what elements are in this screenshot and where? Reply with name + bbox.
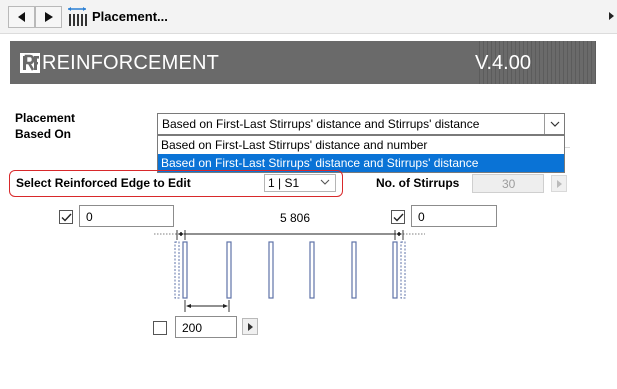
stirrup-spacing-field[interactable]: 200	[175, 316, 237, 338]
forward-button[interactable]	[35, 6, 62, 28]
first-distance-value: 0	[86, 210, 93, 224]
reinforcement-banner: REINFORCEMENT V.4.00	[10, 41, 596, 84]
placement-select-value: Based on First-Last Stirrups' distance a…	[162, 117, 480, 131]
stirrup-spacing-value: 200	[182, 321, 203, 335]
placement-label: Placement Based On	[15, 110, 75, 142]
last-distance-checkbox[interactable]	[391, 210, 405, 224]
stirrups-count-field: 30	[472, 174, 544, 193]
chevron-down-icon	[550, 121, 559, 127]
stirrup-spacing-stepper[interactable]	[242, 318, 258, 335]
first-distance-checkbox[interactable]	[59, 210, 73, 224]
stirrup-layout-diagram	[154, 230, 425, 312]
collapse-arrow-icon[interactable]	[609, 12, 614, 20]
placement-dropdown-list: Based on First-Last Stirrups' distance a…	[157, 135, 565, 173]
triangle-right-icon	[44, 12, 53, 22]
placement-label-line1: Placement	[15, 111, 76, 125]
checkmark-icon	[393, 213, 404, 222]
stirrups-count-label: No. of Stirrups	[376, 176, 460, 190]
triangle-left-icon	[17, 12, 25, 22]
palette-titlebar: Placement...	[0, 0, 617, 34]
stirrups-count-value: 30	[502, 177, 516, 191]
back-button[interactable]	[8, 6, 35, 28]
placement-select-button[interactable]	[544, 114, 564, 134]
total-distance-label: 5 806	[280, 211, 311, 225]
version-label: V.4.00	[475, 52, 531, 74]
placement-select[interactable]: Based on First-Last Stirrups' distance a…	[157, 113, 565, 135]
edge-label: Select Reinforced Edge to Edit	[16, 176, 191, 190]
first-distance-field[interactable]: 0	[79, 205, 174, 227]
stirrup-spacing-checkbox[interactable]	[153, 321, 167, 335]
banner-title: REINFORCEMENT	[42, 52, 220, 74]
last-distance-value: 0	[418, 210, 425, 224]
checkmark-icon	[61, 213, 72, 222]
stirrups-count-stepper	[551, 175, 567, 192]
rf-logo-icon	[20, 53, 40, 73]
edge-select[interactable]: 1 | S1	[264, 174, 336, 192]
palette-title: Placement...	[92, 9, 168, 24]
chevron-down-icon	[320, 179, 330, 185]
stirrup-placement-icon	[68, 7, 87, 26]
dropdown-option-distance-and-number[interactable]: Based on First-Last Stirrups' distance a…	[158, 136, 564, 154]
last-distance-field[interactable]: 0	[411, 205, 497, 227]
edge-select-value: 1 | S1	[268, 176, 300, 190]
triangle-right-icon	[247, 322, 253, 331]
triangle-right-icon	[556, 179, 562, 188]
placement-label-line2: Based On	[15, 127, 72, 141]
